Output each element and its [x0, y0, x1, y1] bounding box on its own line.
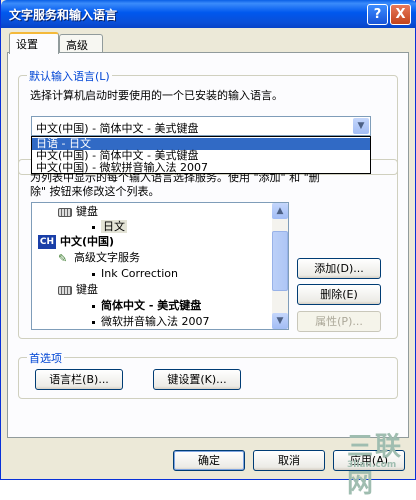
scroll-thumb[interactable]	[272, 231, 288, 291]
text-service-icon: ✎	[58, 252, 68, 265]
default-language-description: 选择计算机启动时要使用的一个已安装的输入语言。	[30, 89, 283, 102]
key-settings-button[interactable]: 键设置(K)...	[153, 369, 241, 390]
watermark-logo: 三联网 3lian.com	[347, 432, 404, 499]
default-language-group-title: 默认输入语言(L)	[27, 68, 112, 84]
list-item[interactable]: CH 中文(中国)	[38, 235, 114, 249]
window-title: 文字服务和输入语言	[9, 8, 118, 22]
language-bar-button[interactable]: 语言栏(B)...	[35, 369, 123, 390]
default-language-dropdown-list[interactable]: 日语 - 日文 中文(中国) - 简体中文 - 美式键盘 中文(中国) - 微软…	[31, 136, 371, 174]
list-item[interactable]: Ink Correction	[92, 267, 178, 281]
dialog-window: 文字服务和输入语言 ? X 设置 高级 默认输入语言(L) 选择计算机启动时要使…	[0, 0, 416, 499]
default-language-select[interactable]: 中文(中国) - 简体中文 - 美式键盘 ▼	[31, 116, 371, 136]
list-item[interactable]: 日文	[92, 220, 127, 234]
default-language-selected-value: 中文(中国) - 简体中文 - 美式键盘	[36, 122, 199, 135]
scroll-up-arrow-icon[interactable]: ▲	[272, 203, 288, 219]
keyboard-icon	[58, 207, 72, 217]
bullet-icon	[92, 225, 95, 229]
remove-button[interactable]: 删除(E)	[297, 284, 381, 305]
installed-services-description-line2: 除" 按钮来修改这个列表。	[30, 185, 160, 198]
close-button[interactable]: X	[390, 4, 411, 25]
language-ch-icon: CH	[38, 235, 56, 249]
scroll-down-arrow-icon[interactable]: ▼	[272, 313, 288, 329]
cancel-button[interactable]: 取消	[253, 450, 325, 471]
title-bar[interactable]: 文字服务和输入语言 ? X	[1, 0, 416, 28]
properties-button[interactable]: 属性(P)...	[297, 311, 381, 332]
bullet-icon	[92, 320, 95, 324]
chevron-down-icon[interactable]: ▼	[353, 118, 369, 134]
ok-button[interactable]: 确定	[173, 450, 245, 471]
list-item[interactable]: 键盘	[58, 205, 98, 219]
list-item[interactable]: 微软拼音输入法 2007	[92, 315, 210, 329]
bullet-icon	[92, 272, 95, 276]
add-button[interactable]: 添加(D)...	[297, 258, 381, 279]
list-vertical-scrollbar[interactable]: ▲ ▼	[272, 203, 288, 329]
list-item[interactable]: ✎ 高级文字服务	[58, 251, 140, 265]
list-item[interactable]: 键盘	[58, 283, 98, 297]
installed-services-list[interactable]: 键盘 日文 CH 中文(中国) ✎ 高级文字服务 Ink Correction 键盘…	[31, 202, 289, 330]
list-item[interactable]: 简体中文 - 美式键盘	[92, 299, 201, 313]
tab-settings[interactable]: 设置	[9, 32, 59, 54]
tab-advanced[interactable]: 高级	[59, 34, 103, 54]
dropdown-option[interactable]: 中文(中国) - 微软拼音输入法 2007	[32, 162, 370, 174]
preferences-group-title: 首选项	[27, 350, 64, 366]
bullet-icon	[92, 304, 95, 308]
help-button[interactable]: ?	[367, 4, 388, 25]
keyboard-icon	[58, 285, 72, 295]
